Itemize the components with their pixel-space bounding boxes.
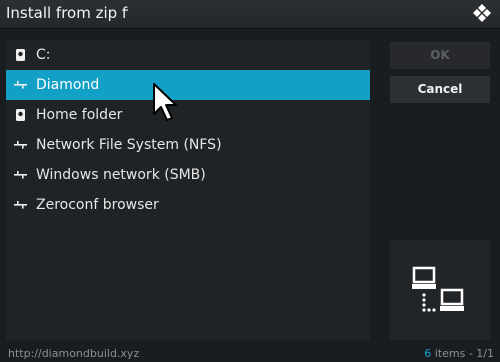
source-list-panel: C: Diamond Home folder Network File Syst…	[6, 40, 370, 340]
source-item-label: Network File System (NFS)	[36, 137, 222, 153]
network-share-icon	[14, 81, 27, 89]
title-bar: Install from zip file	[0, 0, 500, 29]
network-share-icon	[14, 171, 27, 179]
status-bar: http://diamondbuild.xyz 6 items - 1/1	[0, 346, 500, 362]
source-item-nfs[interactable]: Network File System (NFS)	[6, 130, 370, 160]
source-item-home-folder[interactable]: Home folder	[6, 100, 370, 130]
dialog-title: Install from zip file	[6, 4, 128, 22]
source-item-label: Home folder	[36, 107, 123, 123]
item-count-suffix: items - 1/1	[431, 347, 494, 360]
network-share-icon	[14, 201, 27, 209]
source-item-diamond[interactable]: Diamond	[6, 70, 370, 100]
hard-drive-icon	[16, 49, 25, 61]
hard-drive-icon	[16, 109, 25, 121]
source-item-label: Diamond	[36, 77, 100, 93]
network-computers-icon	[412, 266, 464, 312]
network-share-icon	[14, 141, 27, 149]
source-item-label: Zeroconf browser	[36, 197, 159, 213]
mouse-pointer-icon	[153, 83, 177, 121]
source-item-smb[interactable]: Windows network (SMB)	[6, 160, 370, 190]
ok-button[interactable]: OK	[390, 42, 490, 69]
item-count: 6 items - 1/1	[424, 347, 494, 360]
current-path: http://diamondbuild.xyz	[8, 347, 140, 360]
source-item-label: C:	[36, 47, 51, 63]
source-preview-panel	[390, 240, 490, 340]
source-item-zeroconf[interactable]: Zeroconf browser	[6, 190, 370, 220]
kodi-logo-icon	[473, 4, 491, 22]
source-list: C: Diamond Home folder Network File Syst…	[6, 40, 370, 220]
source-item-label: Windows network (SMB)	[36, 167, 206, 183]
cancel-button[interactable]: Cancel	[390, 76, 490, 103]
source-item-c-drive[interactable]: C:	[6, 40, 370, 70]
